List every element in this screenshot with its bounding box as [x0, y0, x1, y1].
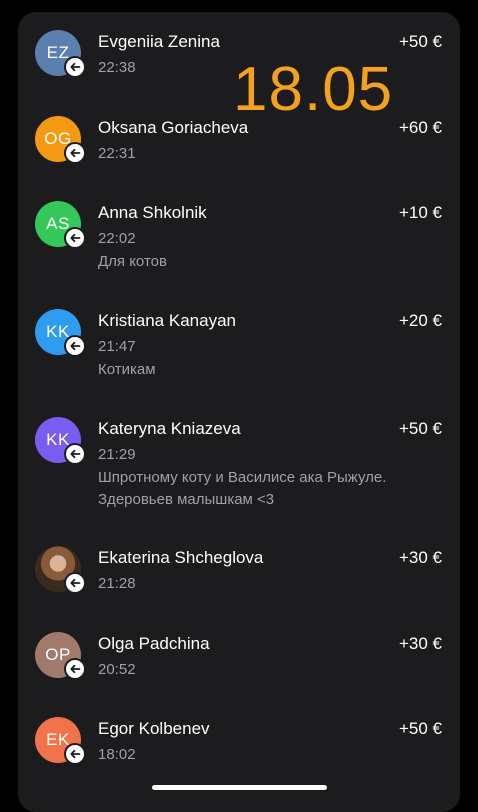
incoming-arrow-icon — [64, 658, 86, 680]
incoming-arrow-icon — [64, 227, 86, 249]
transaction-time: 22:31 — [98, 145, 136, 162]
incoming-arrow-icon — [64, 743, 86, 765]
home-indicator[interactable] — [152, 785, 327, 790]
transaction-amount: +60 € — [398, 118, 442, 137]
sender-name: Kristiana Kanayan — [98, 311, 236, 330]
transaction-time: 18:02 — [98, 746, 136, 763]
transaction-amount: +30 € — [398, 634, 442, 653]
transactions-card: 18.05 EZ Evgeniia Zenina 22:38 +50 € OG … — [18, 12, 460, 812]
transaction-time: 21:29 — [98, 446, 136, 463]
sender-name: Evgeniia Zenina — [98, 32, 220, 51]
sender-name: Kateryna Kniazeva — [98, 419, 241, 438]
sender-name: Olga Padchina — [98, 634, 210, 653]
sender-name: Oksana Goriacheva — [98, 118, 249, 137]
incoming-arrow-icon — [64, 572, 86, 594]
transaction-amount: +50 € — [398, 719, 442, 738]
transaction-comment: Шпротному коту и Василисе ака Рыжуле. Зд… — [98, 469, 387, 508]
incoming-arrow-icon — [64, 443, 86, 465]
transaction-amount: +50 € — [398, 419, 442, 438]
date-overlay: 18.05 — [233, 55, 394, 124]
transaction-time: 21:28 — [98, 575, 136, 592]
sender-name: Egor Kolbenev — [98, 719, 210, 738]
transaction-time: 22:38 — [98, 59, 136, 76]
incoming-arrow-icon — [64, 56, 86, 78]
incoming-arrow-icon — [64, 142, 86, 164]
transaction-comment: Для котов — [98, 253, 167, 270]
transaction-amount: +20 € — [398, 311, 442, 330]
sender-name: Ekaterina Shcheglova — [98, 548, 264, 567]
transaction-amount: +50 € — [398, 32, 442, 51]
transaction-amount: +30 € — [398, 548, 442, 567]
transaction-time: 21:47 — [98, 338, 136, 355]
sender-name: Anna Shkolnik — [98, 203, 207, 222]
transaction-amount: +10 € — [398, 203, 442, 222]
incoming-arrow-icon — [64, 335, 86, 357]
transaction-time: 20:52 — [98, 661, 136, 678]
transaction-time: 22:02 — [98, 230, 136, 247]
transaction-comment: Котикам — [98, 361, 156, 378]
